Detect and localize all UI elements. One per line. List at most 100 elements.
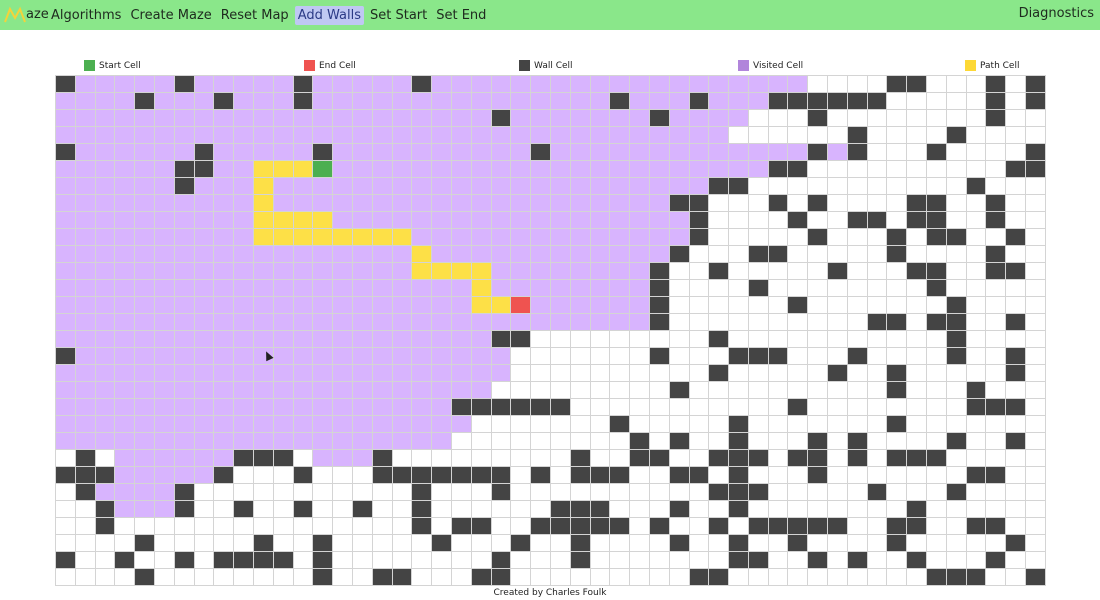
empty-cell[interactable] xyxy=(768,535,789,552)
empty-cell[interactable] xyxy=(867,450,888,467)
empty-cell[interactable] xyxy=(808,501,829,518)
visited-cell[interactable] xyxy=(273,433,294,450)
empty-cell[interactable] xyxy=(273,518,294,535)
empty-cell[interactable] xyxy=(253,501,274,518)
empty-cell[interactable] xyxy=(669,552,690,569)
empty-cell[interactable] xyxy=(729,280,749,297)
visited-cell[interactable] xyxy=(511,76,532,93)
visited-cell[interactable] xyxy=(333,161,353,178)
visited-cell[interactable] xyxy=(214,348,235,365)
visited-cell[interactable] xyxy=(432,76,452,93)
empty-cell[interactable] xyxy=(531,433,551,450)
wall-cell[interactable] xyxy=(828,365,848,382)
wall-cell[interactable] xyxy=(253,535,274,552)
empty-cell[interactable] xyxy=(847,246,868,263)
empty-cell[interactable] xyxy=(570,382,591,399)
visited-cell[interactable] xyxy=(511,246,532,263)
visited-cell[interactable] xyxy=(748,144,769,161)
visited-cell[interactable] xyxy=(471,144,492,161)
empty-cell[interactable] xyxy=(412,535,433,552)
wall-cell[interactable] xyxy=(729,178,749,195)
visited-cell[interactable] xyxy=(115,195,136,212)
visited-cell[interactable] xyxy=(689,161,710,178)
empty-cell[interactable] xyxy=(610,450,631,467)
visited-cell[interactable] xyxy=(570,246,591,263)
empty-cell[interactable] xyxy=(946,246,967,263)
visited-cell[interactable] xyxy=(531,195,551,212)
visited-cell[interactable] xyxy=(115,178,136,195)
empty-cell[interactable] xyxy=(847,365,868,382)
empty-cell[interactable] xyxy=(887,433,908,450)
visited-cell[interactable] xyxy=(471,246,492,263)
wall-cell[interactable] xyxy=(689,195,710,212)
empty-cell[interactable] xyxy=(372,552,393,569)
visited-cell[interactable] xyxy=(511,178,532,195)
empty-cell[interactable] xyxy=(768,229,789,246)
visited-cell[interactable] xyxy=(174,127,195,144)
visited-cell[interactable] xyxy=(154,314,175,331)
visited-cell[interactable] xyxy=(174,263,195,280)
empty-cell[interactable] xyxy=(550,450,571,467)
maze-grid[interactable] xyxy=(55,75,1046,586)
wall-cell[interactable] xyxy=(828,263,848,280)
visited-cell[interactable] xyxy=(234,127,254,144)
empty-cell[interactable] xyxy=(590,552,611,569)
visited-cell[interactable] xyxy=(154,110,175,127)
visited-cell[interactable] xyxy=(95,399,116,416)
visited-cell[interactable] xyxy=(649,144,670,161)
visited-cell[interactable] xyxy=(75,110,96,127)
empty-cell[interactable] xyxy=(610,365,631,382)
empty-cell[interactable] xyxy=(887,348,908,365)
wall-cell[interactable] xyxy=(392,467,413,484)
empty-cell[interactable] xyxy=(887,178,908,195)
empty-cell[interactable] xyxy=(669,280,690,297)
visited-cell[interactable] xyxy=(333,399,353,416)
visited-cell[interactable] xyxy=(511,229,532,246)
visited-cell[interactable] xyxy=(293,280,314,297)
visited-cell[interactable] xyxy=(372,314,393,331)
visited-cell[interactable] xyxy=(491,263,512,280)
visited-cell[interactable] xyxy=(352,127,373,144)
visited-cell[interactable] xyxy=(135,433,155,450)
nav-create-maze[interactable]: Create Maze xyxy=(127,6,214,25)
empty-cell[interactable] xyxy=(511,348,532,365)
visited-cell[interactable] xyxy=(95,93,116,110)
empty-cell[interactable] xyxy=(966,263,987,280)
nav-algorithms[interactable]: Algorithms xyxy=(48,6,124,25)
visited-cell[interactable] xyxy=(75,195,96,212)
visited-cell[interactable] xyxy=(115,365,136,382)
visited-cell[interactable] xyxy=(610,178,631,195)
empty-cell[interactable] xyxy=(313,518,334,535)
visited-cell[interactable] xyxy=(115,76,136,93)
wall-cell[interactable] xyxy=(293,467,314,484)
empty-cell[interactable] xyxy=(946,467,967,484)
empty-cell[interactable] xyxy=(451,433,472,450)
visited-cell[interactable] xyxy=(333,365,353,382)
wall-cell[interactable] xyxy=(451,399,472,416)
empty-cell[interactable] xyxy=(748,127,769,144)
visited-cell[interactable] xyxy=(352,365,373,382)
empty-cell[interactable] xyxy=(1026,263,1046,280)
empty-cell[interactable] xyxy=(729,212,749,229)
wall-cell[interactable] xyxy=(194,144,215,161)
visited-cell[interactable] xyxy=(451,195,472,212)
visited-cell[interactable] xyxy=(491,178,512,195)
empty-cell[interactable] xyxy=(570,433,591,450)
empty-cell[interactable] xyxy=(748,365,769,382)
empty-cell[interactable] xyxy=(689,535,710,552)
empty-cell[interactable] xyxy=(273,467,294,484)
empty-cell[interactable] xyxy=(689,484,710,501)
empty-cell[interactable] xyxy=(1006,467,1027,484)
wall-cell[interactable] xyxy=(412,484,433,501)
empty-cell[interactable] xyxy=(293,569,314,586)
empty-cell[interactable] xyxy=(748,501,769,518)
empty-cell[interactable] xyxy=(649,433,670,450)
wall-cell[interactable] xyxy=(788,399,809,416)
empty-cell[interactable] xyxy=(610,535,631,552)
empty-cell[interactable] xyxy=(56,501,76,518)
empty-cell[interactable] xyxy=(927,161,947,178)
empty-cell[interactable] xyxy=(748,229,769,246)
visited-cell[interactable] xyxy=(630,246,650,263)
visited-cell[interactable] xyxy=(392,433,413,450)
visited-cell[interactable] xyxy=(531,127,551,144)
